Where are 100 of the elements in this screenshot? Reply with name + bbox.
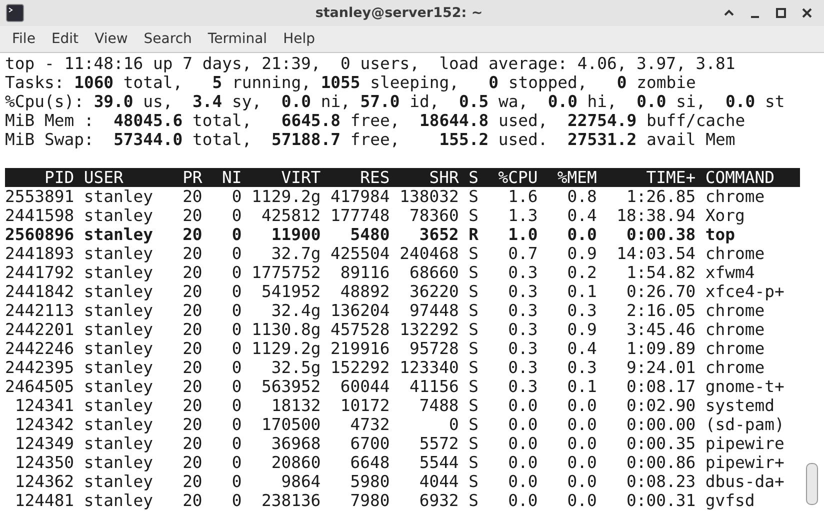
table-cell-text: 18132: [270, 396, 321, 415]
table-cell: 2442246: [5, 339, 74, 358]
table-cell-text: stanley: [84, 453, 154, 472]
table-cell-text: 20: [182, 244, 202, 263]
table-cell-text: stanley: [84, 282, 154, 301]
table-cell-text: 0:02.90: [625, 396, 696, 415]
table-cell-text: 20: [182, 415, 202, 434]
table-cell-text: chrome: [705, 358, 766, 377]
table-cell: 2441842: [5, 282, 74, 301]
table-cell-text: 0.3: [566, 358, 597, 377]
table-cell-text: 41156: [408, 377, 459, 396]
table-cell-text: 20: [182, 377, 202, 396]
table-cell: 132292: [400, 320, 459, 339]
table-cell: 2553891: [5, 187, 74, 206]
table-cell: S: [468, 415, 479, 434]
table-cell-text: stanley: [84, 472, 154, 491]
table-cell-text: 0.4: [566, 339, 597, 358]
table-cell: S: [468, 282, 479, 301]
table-cell: S: [468, 301, 479, 320]
table-cell-text: systemd: [705, 396, 776, 415]
table-cell-text: 0:00.35: [625, 434, 696, 453]
table-cell-text: stanley: [84, 491, 154, 510]
table-cell: 2560896: [5, 225, 74, 244]
table-cell-text: 170500: [260, 415, 321, 434]
menu-item[interactable]: Terminal: [200, 29, 276, 49]
table-cell-text: 1.6: [507, 187, 538, 206]
table-cell-text: 3652: [418, 225, 459, 244]
table-cell-text: 0: [230, 339, 242, 358]
table-cell-text: 0.3: [507, 339, 538, 358]
table-cell-text: 0.0: [507, 491, 538, 510]
table-cell: 123340: [400, 358, 459, 377]
table-cell-text: 124362: [14, 472, 74, 491]
table-cell-text: 541952: [260, 282, 321, 301]
table-cell-text: 1:09.89: [625, 339, 696, 358]
table-cell-text: 0.8: [566, 187, 597, 206]
table-cell-text: 5544: [418, 453, 459, 472]
table-cell-text: 0.4: [566, 206, 597, 225]
table-cell-text: 78360: [408, 206, 459, 225]
table-cell: S: [468, 377, 479, 396]
column-header: %CPU: [497, 168, 538, 187]
column-header: NI: [221, 168, 242, 187]
menu-item[interactable]: File: [4, 29, 44, 49]
maximize-icon: [775, 7, 787, 19]
table-cell-text: 4044: [418, 472, 459, 491]
table-cell-text: stanley: [84, 434, 154, 453]
table-cell-text: stanley: [84, 320, 154, 339]
table-cell-text: stanley: [84, 244, 154, 263]
table-cell-text: 20: [182, 434, 202, 453]
table-cell-text: 14:03.54: [616, 244, 696, 263]
menu-item[interactable]: Search: [136, 29, 200, 49]
window-title: stanley@server152: ~: [314, 5, 484, 21]
table-cell-text: 124349: [14, 434, 74, 453]
table-cell-text: (sd-pam): [705, 415, 786, 434]
table-cell-text: 0: [230, 491, 242, 510]
table-cell-text: 0: [230, 358, 242, 377]
table-cell-text: 0: [230, 377, 242, 396]
table-cell-text: 9:24.01: [625, 358, 696, 377]
column-header: PID: [43, 168, 74, 187]
terminal-icon: [6, 4, 24, 22]
table-cell-text: 20: [182, 225, 202, 244]
close-icon: [801, 7, 813, 19]
table-cell-text: 20: [182, 472, 202, 491]
table-cell-text: 0:00.00: [625, 415, 696, 434]
table-cell-text: top: [705, 225, 736, 244]
table-cell-text: 0: [230, 301, 242, 320]
table-cell: S: [468, 472, 479, 491]
table-cell-text: 124350: [14, 453, 74, 472]
table-cell-text: 68660: [408, 263, 459, 282]
table-cell-text: 0.1: [566, 282, 597, 301]
table-cell: S: [468, 434, 479, 453]
table-cell-text: stanley: [84, 187, 154, 206]
table-cell: S: [468, 453, 479, 472]
table-cell-text: stanley: [84, 225, 154, 244]
table-cell-text: gvfsd: [705, 491, 756, 510]
table-cell-text: 20: [182, 263, 202, 282]
table-cell-text: 0.9: [566, 320, 597, 339]
menu-item[interactable]: Edit: [43, 29, 87, 49]
table-cell-text: 32.4g: [270, 301, 321, 320]
table-cell: 240468: [400, 244, 459, 263]
table-cell-text: 0: [230, 396, 242, 415]
table-cell-text: 1.0: [507, 225, 538, 244]
table-cell-text: stanley: [84, 263, 154, 282]
table-cell-text: xfwm4: [705, 263, 756, 282]
summary-line: %Cpu(s): 39.0 us, 3.4 sy, 0.0 ni, 57.0 id, 0.5 wa, 0.0 hi, 0.0 si, 0.0 st: [5, 92, 786, 111]
table-cell-text: 20: [182, 301, 202, 320]
table-cell-text: 0.0: [566, 491, 597, 510]
menu-item[interactable]: Help: [275, 29, 323, 49]
table-cell: 2442201: [5, 320, 74, 339]
table-cell-text: 124341: [14, 396, 74, 415]
table-cell-text: 0.9: [566, 244, 597, 263]
table-cell-text: 32.5g: [270, 358, 321, 377]
table-cell-text: 1.3: [507, 206, 538, 225]
table-cell-text: 1:54.82: [625, 263, 696, 282]
scrollbar-thumb[interactable]: [806, 463, 818, 505]
menu-item[interactable]: View: [86, 29, 136, 49]
table-cell-text: 20: [182, 358, 202, 377]
table-cell-text: 36968: [270, 434, 321, 453]
table-cell-text: 0.3: [507, 263, 538, 282]
minimize-icon: [751, 16, 759, 18]
table-cell-text: 0.0: [507, 396, 538, 415]
